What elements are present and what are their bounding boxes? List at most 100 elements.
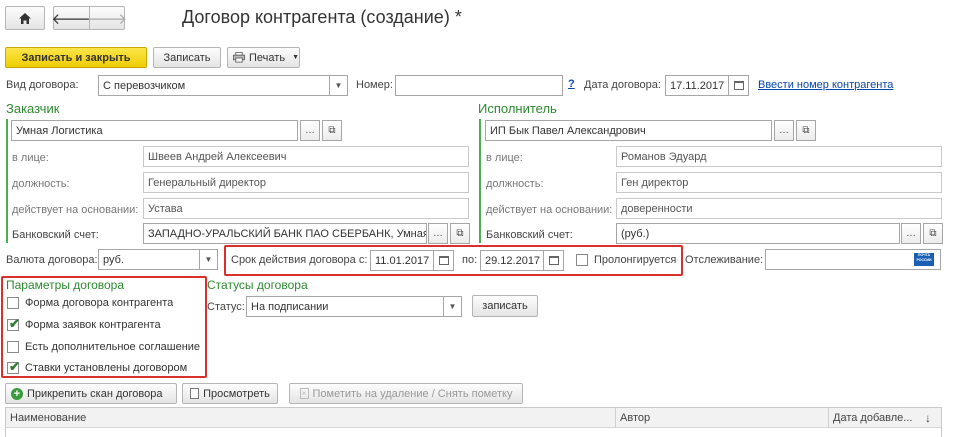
contractor-bank-select-button[interactable]: … — [901, 223, 921, 244]
russian-post-logo: ПОЧТА РОССИИ — [914, 253, 934, 266]
customer-section-title: Заказчик — [6, 101, 60, 116]
open-icon: ⧉ — [929, 228, 937, 239]
print-button[interactable]: Печать ▼ — [227, 47, 300, 68]
contractor-name-input[interactable]: ИП Бык Павел Александрович — [485, 120, 772, 141]
date-calendar-button[interactable] — [729, 75, 749, 96]
column-header-name[interactable]: Наименование — [6, 408, 616, 428]
customer-basis-label: действует на основании: — [12, 204, 139, 216]
status-label: Статус: — [207, 301, 245, 313]
contractor-basis-label: действует на основании: — [486, 204, 613, 216]
contract-type-dropdown[interactable]: ▼ — [330, 75, 348, 96]
params-checkbox-0[interactable]: ✔ — [7, 297, 19, 309]
customer-bank-input[interactable]: ЗАПАДНО-УРАЛЬСКИЙ БАНК ПАО СБЕРБАНК, Умн… — [143, 223, 427, 244]
contractor-bank-input[interactable]: (руб.) — [616, 223, 900, 244]
plus-circle-icon: + — [11, 387, 23, 400]
open-icon: ⧉ — [802, 125, 810, 136]
params-section-title: Параметры договора — [6, 278, 125, 292]
calendar-icon — [733, 81, 744, 90]
contractor-person-input[interactable]: Романов Эдуард — [616, 146, 942, 167]
delete-mark-icon: × — [299, 388, 309, 399]
page-title: Договор контрагента (создание) * — [182, 7, 462, 27]
mark-for-deletion-button[interactable]: × Пометить на удаление / Снять пометку — [289, 383, 523, 404]
home-button[interactable] — [5, 6, 45, 30]
calendar-icon — [548, 256, 559, 265]
arrow-right-icon: 🡒 — [86, 10, 128, 28]
prolong-checkbox[interactable] — [576, 254, 588, 266]
validity-to-label: по: — [462, 254, 478, 266]
customer-open-button[interactable]: ⧉ — [322, 120, 342, 141]
contractor-section-title: Исполнитель — [478, 101, 557, 116]
contract-type-select[interactable]: С перевозчиком — [98, 75, 330, 96]
customer-select-button[interactable]: … — [300, 120, 320, 141]
params-label-1: Форма заявок контрагента — [25, 319, 161, 331]
validity-from-calendar-button[interactable] — [434, 250, 454, 271]
save-and-close-button[interactable]: Записать и закрыть — [5, 47, 147, 68]
date-input[interactable]: 17.11.2017 — [665, 75, 729, 96]
status-dropdown[interactable]: ▼ — [444, 296, 462, 317]
attach-scan-button[interactable]: + Прикрепить скан договора — [5, 383, 177, 404]
document-icon — [190, 388, 200, 399]
contractor-position-input[interactable]: Ген директор — [616, 172, 942, 193]
view-button[interactable]: Просмотреть — [182, 383, 278, 404]
help-link[interactable]: ? — [568, 78, 575, 90]
params-checkbox-3[interactable]: ✔ — [7, 359, 20, 374]
contractor-bank-open-button[interactable]: ⧉ — [923, 223, 943, 244]
params-label-2: Есть дополнительное соглашение — [25, 341, 201, 353]
forward-button[interactable]: 🡒 — [86, 6, 128, 30]
customer-person-label: в лице: — [12, 152, 49, 164]
contractor-basis-input[interactable]: доверенности — [616, 198, 942, 219]
customer-basis-input[interactable]: Устава — [143, 198, 469, 219]
params-checkbox-1[interactable]: ✔ — [7, 316, 20, 331]
sort-descending-icon[interactable]: ↓ — [925, 411, 931, 425]
customer-section-bar — [6, 119, 8, 243]
validity-from-input[interactable]: 11.01.2017 — [370, 250, 434, 271]
currency-select[interactable]: руб. — [98, 249, 200, 270]
customer-position-input[interactable]: Генеральный директор — [143, 172, 469, 193]
customer-person-input[interactable]: Швеев Андрей Алексеевич — [143, 146, 469, 167]
enter-contractor-number-link[interactable]: Ввести номер контрагента — [758, 79, 893, 91]
calendar-icon — [438, 256, 449, 265]
validity-from-label: Срок действия договора с: — [231, 254, 368, 266]
customer-bank-open-button[interactable]: ⧉ — [450, 223, 470, 244]
params-label-0: Форма договора контрагента — [25, 297, 174, 309]
status-write-button[interactable]: записать — [472, 295, 538, 317]
currency-label: Валюта договора: — [6, 254, 98, 266]
customer-position-label: должность: — [12, 178, 70, 190]
contractor-position-label: должность: — [486, 178, 544, 190]
chevron-down-icon: ▼ — [292, 54, 299, 61]
validity-to-input[interactable]: 29.12.2017 — [480, 250, 544, 271]
back-button[interactable]: 🡐 — [51, 6, 92, 30]
prolong-label: Пролонгируется — [594, 254, 677, 266]
column-header-author[interactable]: Автор — [616, 408, 829, 428]
validity-to-calendar-button[interactable] — [544, 250, 564, 271]
open-icon: ⧉ — [328, 125, 336, 136]
params-label-3: Ставки установлены договором — [25, 362, 188, 374]
contractor-open-button[interactable]: ⧉ — [796, 120, 816, 141]
column-header-date-added[interactable]: Дата добавле... — [829, 408, 924, 428]
statuses-section-title: Статусы договора — [207, 278, 308, 292]
contract-type-label: Вид договора: — [6, 79, 79, 91]
open-icon: ⧉ — [456, 228, 464, 239]
save-button[interactable]: Записать — [153, 47, 221, 68]
status-select[interactable]: На подписании — [246, 296, 444, 317]
home-icon — [19, 12, 31, 24]
tracking-label: Отслеживание: — [685, 254, 764, 266]
currency-dropdown[interactable]: ▼ — [200, 249, 218, 270]
checkmark-icon: ✔ — [9, 359, 20, 374]
chevron-down-icon: ▼ — [448, 302, 457, 311]
customer-bank-label: Банковский счет: — [12, 229, 99, 241]
chevron-down-icon: ▼ — [334, 81, 343, 90]
date-label: Дата договора: — [584, 79, 661, 91]
customer-name-input[interactable]: Умная Логистика — [11, 120, 298, 141]
number-input[interactable] — [395, 75, 563, 96]
contractor-select-button[interactable]: … — [774, 120, 794, 141]
contractor-person-label: в лице: — [486, 152, 523, 164]
params-checkbox-2[interactable]: ✔ — [7, 341, 19, 353]
checkmark-icon: ✔ — [9, 316, 20, 331]
chevron-down-icon: ▼ — [204, 255, 213, 264]
contractor-section-bar — [479, 119, 481, 243]
customer-bank-select-button[interactable]: … — [428, 223, 448, 244]
number-label: Номер: — [356, 79, 393, 91]
printer-icon — [233, 52, 246, 63]
arrow-left-icon: 🡐 — [51, 10, 92, 28]
